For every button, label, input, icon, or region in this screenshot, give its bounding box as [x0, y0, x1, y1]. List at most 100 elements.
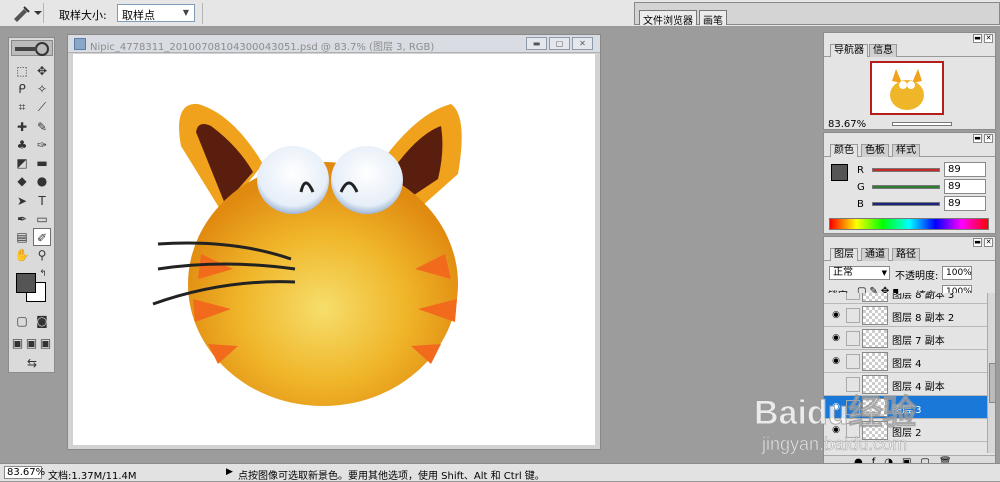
close-button[interactable]: ✕: [572, 37, 593, 50]
tab-layers[interactable]: 图层: [830, 248, 858, 261]
opacity-field[interactable]: 100%: [942, 266, 972, 280]
navigator-zoom-slider[interactable]: [892, 122, 952, 126]
layer-link-icon[interactable]: [846, 308, 860, 323]
maximize-button[interactable]: ▢: [549, 37, 570, 50]
layer-row[interactable]: 图层 8 副本 3: [824, 293, 987, 304]
swap-colors-icon[interactable]: ↰: [37, 268, 49, 280]
panel-minimize-icon[interactable]: ▬: [973, 238, 982, 247]
sample-size-label: 取样大小:: [59, 9, 107, 22]
tab-navigator[interactable]: 导航器: [830, 44, 868, 57]
navigator-tabs: 导航器 信息: [824, 44, 995, 57]
visibility-eye-icon[interactable]: ◉: [829, 333, 843, 344]
panel-minimize-icon[interactable]: ▬: [973, 134, 982, 143]
chevron-down-icon: ▼: [182, 8, 190, 17]
document-title-bar[interactable]: Nipic_4778311_20100708104300043051.psd @…: [68, 35, 600, 53]
sample-size-value: 取样点: [122, 9, 155, 22]
crop-tool-icon[interactable]: ⌗: [13, 98, 31, 116]
history-brush-tool-icon[interactable]: ✑: [33, 136, 51, 154]
status-doc-size: 文档:1.37M/11.4M: [48, 471, 137, 482]
channel-g-slider[interactable]: [872, 185, 940, 189]
pen-tool-icon[interactable]: ✒: [13, 210, 31, 228]
move-tool-icon[interactable]: ✥: [33, 62, 51, 80]
standard-mode-icon[interactable]: ▢: [13, 312, 31, 330]
channel-b-slider[interactable]: [872, 202, 940, 206]
color-spectrum-bar[interactable]: [829, 218, 989, 230]
layer-row[interactable]: ◉ 图层 4: [824, 350, 987, 373]
path-selection-tool-icon[interactable]: ➤: [13, 192, 31, 210]
scrollbar-thumb[interactable]: [989, 363, 995, 403]
color-foreground-swatch[interactable]: [831, 164, 848, 181]
healing-brush-tool-icon[interactable]: ✚: [13, 118, 31, 136]
document-title: Nipic_4778311_20100708104300043051.psd @…: [90, 42, 435, 53]
zoom-tool-icon[interactable]: ⚲: [33, 246, 51, 264]
hand-tool-icon[interactable]: ✋: [13, 246, 31, 264]
tab-channels[interactable]: 通道: [861, 248, 889, 261]
panel-close-icon[interactable]: ✕: [984, 134, 993, 143]
channel-b-field[interactable]: 89: [944, 196, 986, 211]
layer-link-icon[interactable]: [846, 331, 860, 346]
gradient-tool-icon[interactable]: ▬: [33, 154, 51, 172]
layer-thumbnail: [862, 293, 888, 302]
shape-tool-icon[interactable]: ▭: [33, 210, 51, 228]
full-screen-mode-icon[interactable]: ▣: [39, 334, 52, 352]
layer-name: 图层 8 副本 2: [892, 313, 955, 324]
quick-mask-icon[interactable]: ◙: [33, 312, 51, 330]
status-bar: 83.67% 文档:1.37M/11.4M ▶ 点按图像可选取新景色。要用其他选…: [0, 463, 1000, 482]
layer-link-icon[interactable]: [846, 293, 860, 300]
adobe-online-icon[interactable]: [11, 40, 53, 56]
status-zoom-field[interactable]: 83.67%: [4, 466, 45, 479]
slice-tool-icon[interactable]: ⟋: [33, 98, 51, 116]
lasso-tool-icon[interactable]: ᑭ: [13, 80, 31, 98]
cat-illustration: [152, 103, 462, 406]
brush-tool-icon[interactable]: ✎: [33, 118, 51, 136]
image-canvas[interactable]: [73, 54, 595, 445]
tab-styles[interactable]: 样式: [892, 144, 920, 157]
visibility-eye-icon[interactable]: [829, 293, 843, 298]
chevron-down-icon: ▼: [881, 269, 887, 277]
foreground-color-swatch[interactable]: [16, 273, 36, 293]
panel-close-icon[interactable]: ✕: [984, 238, 993, 247]
jump-to-imageready-icon[interactable]: ⇆: [15, 354, 49, 372]
eraser-tool-icon[interactable]: ◩: [13, 154, 31, 172]
channel-g-field[interactable]: 89: [944, 179, 986, 194]
color-tabs: 颜色 色板 样式: [824, 144, 995, 157]
eyedropper-tool-preset-icon[interactable]: [4, 3, 44, 23]
layer-link-icon[interactable]: [846, 354, 860, 369]
full-screen-menu-mode-icon[interactable]: ▣: [25, 334, 38, 352]
options-bar: 取样大小: 取样点 ▼ 文件浏览器 画笔: [0, 0, 1000, 27]
layer-name: 图层 4: [892, 359, 922, 370]
tab-swatches[interactable]: 色板: [861, 144, 889, 157]
type-tool-icon[interactable]: T: [33, 192, 51, 210]
visibility-eye-icon[interactable]: ◉: [829, 310, 843, 321]
blur-tool-icon[interactable]: ◆: [13, 172, 31, 190]
marquee-tool-icon[interactable]: ⬚: [13, 62, 31, 80]
magic-wand-tool-icon[interactable]: ✧: [33, 80, 51, 98]
layer-thumbnail: [862, 352, 888, 371]
blend-mode-value: 正常: [833, 267, 853, 278]
panel-minimize-icon[interactable]: ▬: [973, 34, 982, 43]
navigator-preview[interactable]: [870, 61, 944, 115]
clone-stamp-tool-icon[interactable]: ♣: [13, 136, 31, 154]
notes-tool-icon[interactable]: ▤: [13, 228, 31, 246]
dodge-tool-icon[interactable]: ●: [33, 172, 51, 190]
standard-screen-mode-icon[interactable]: ▣: [11, 334, 24, 352]
document-icon: [74, 38, 86, 50]
layer-thumbnail: [862, 329, 888, 348]
tab-color[interactable]: 颜色: [830, 144, 858, 157]
layer-row[interactable]: ◉ 图层 8 副本 2: [824, 304, 987, 327]
tab-file-browser[interactable]: 文件浏览器: [639, 10, 697, 27]
tab-brushes[interactable]: 画笔: [699, 10, 727, 27]
eyedropper-tool-icon[interactable]: ✐: [33, 228, 51, 246]
panel-close-icon[interactable]: ✕: [984, 34, 993, 43]
minimize-button[interactable]: ▬: [526, 37, 547, 50]
sample-size-select[interactable]: 取样点 ▼: [117, 4, 195, 22]
tab-info[interactable]: 信息: [869, 44, 897, 57]
tab-paths[interactable]: 路径: [892, 248, 920, 261]
visibility-eye-icon[interactable]: ◉: [829, 356, 843, 367]
channel-r-slider[interactable]: [872, 168, 940, 172]
blend-mode-select[interactable]: 正常 ▼: [829, 266, 890, 280]
layers-scrollbar[interactable]: [987, 293, 995, 453]
navigator-zoom-value[interactable]: 83.67%: [828, 119, 866, 130]
layer-row[interactable]: ◉ 图层 7 副本: [824, 327, 987, 350]
channel-r-field[interactable]: 89: [944, 162, 986, 177]
